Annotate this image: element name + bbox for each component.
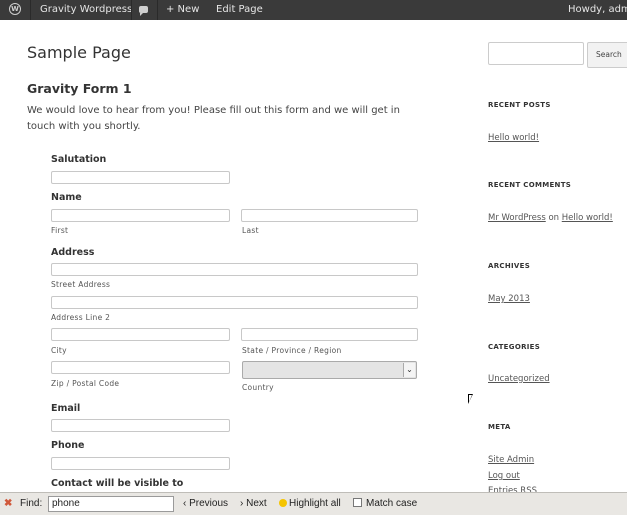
zip-sublabel: Zip / Postal Code (51, 379, 120, 388)
address-line2-sublabel: Address Line 2 (51, 313, 111, 322)
comment-on-text: on (545, 213, 562, 223)
first-name-sublabel: First (51, 226, 69, 235)
close-icon[interactable]: ✖ (4, 493, 12, 515)
find-next-button[interactable]: › Next (240, 493, 267, 515)
form-description: We would love to hear from you! Please f… (27, 105, 400, 132)
match-case-label: Match case (366, 498, 418, 509)
find-previous-button[interactable]: ‹ Previous (183, 493, 228, 515)
logout-link[interactable]: Log out (488, 471, 520, 481)
new-content-button[interactable]: + New (166, 0, 199, 20)
checkbox-icon[interactable] (353, 498, 362, 507)
comment-icon[interactable] (139, 6, 148, 16)
state-input[interactable] (241, 328, 418, 341)
contact-visibility-label: Contact will be visible to (51, 478, 184, 489)
highlight-label: Highlight all (289, 498, 341, 509)
phone-label: Phone (51, 440, 85, 451)
divider (30, 0, 31, 20)
meta-title: META (488, 423, 511, 431)
salutation-input[interactable] (51, 171, 230, 184)
first-name-input[interactable] (51, 209, 230, 222)
search-button[interactable]: Search (587, 42, 627, 68)
recent-comments-title: RECENT COMMENTS (488, 181, 572, 189)
name-label: Name (51, 192, 82, 203)
find-input[interactable]: phone (48, 496, 174, 512)
wordpress-logo-icon[interactable]: W (9, 3, 21, 15)
categories-title: CATEGORIES (488, 343, 541, 351)
search-input[interactable] (488, 42, 584, 65)
highlight-icon (279, 499, 287, 507)
city-input[interactable] (51, 328, 230, 341)
last-name-sublabel: Last (242, 226, 259, 235)
country-sublabel: Country (242, 383, 274, 392)
state-sublabel: State / Province / Region (242, 346, 342, 355)
email-input[interactable] (51, 419, 230, 432)
site-admin-link[interactable]: Site Admin (488, 455, 534, 465)
comment-post-link[interactable]: Hello world! (562, 213, 613, 223)
match-case-checkbox[interactable]: Match case (353, 493, 417, 515)
next-label: Next (246, 498, 267, 509)
page-title: Sample Page (27, 43, 131, 62)
admin-bar: W Gravity Wordpress + New Edit Page Howd… (0, 0, 627, 20)
find-label: Find: (20, 498, 43, 509)
recent-post-link[interactable]: Hello world! (488, 133, 539, 143)
category-link[interactable]: Uncategorized (488, 374, 550, 384)
divider (131, 0, 132, 20)
address-line2-input[interactable] (51, 296, 418, 309)
email-label: Email (51, 403, 81, 414)
street-address-sublabel: Street Address (51, 280, 111, 289)
address-label: Address (51, 247, 95, 258)
phone-input[interactable] (51, 457, 230, 470)
highlight-all-button[interactable]: Highlight all (279, 493, 341, 515)
archive-link[interactable]: May 2013 (488, 294, 530, 304)
form-title: Gravity Form 1 (27, 81, 132, 96)
zip-input[interactable] (51, 361, 230, 374)
city-sublabel: City (51, 346, 67, 355)
divider (157, 0, 158, 20)
previous-label: Previous (189, 498, 229, 509)
mouse-cursor-icon (468, 394, 478, 404)
howdy-user-menu[interactable]: Howdy, admi (568, 0, 627, 20)
country-select[interactable]: ⌄ (242, 361, 417, 379)
site-name-link[interactable]: Gravity Wordpress (40, 0, 132, 20)
comment-author-link[interactable]: Mr WordPress (488, 213, 546, 223)
find-bar: ✖ Find: phone ‹ Previous › Next Highligh… (0, 492, 627, 515)
recent-posts-title: RECENT POSTS (488, 101, 551, 109)
archives-title: ARCHIVES (488, 262, 531, 270)
chevron-down-icon[interactable]: ⌄ (403, 363, 415, 377)
street-address-input[interactable] (51, 263, 418, 276)
recent-comment-item: Mr WordPress on Hello world! (488, 213, 613, 223)
edit-page-link[interactable]: Edit Page (216, 0, 263, 20)
last-name-input[interactable] (241, 209, 418, 222)
salutation-label: Salutation (51, 154, 107, 165)
